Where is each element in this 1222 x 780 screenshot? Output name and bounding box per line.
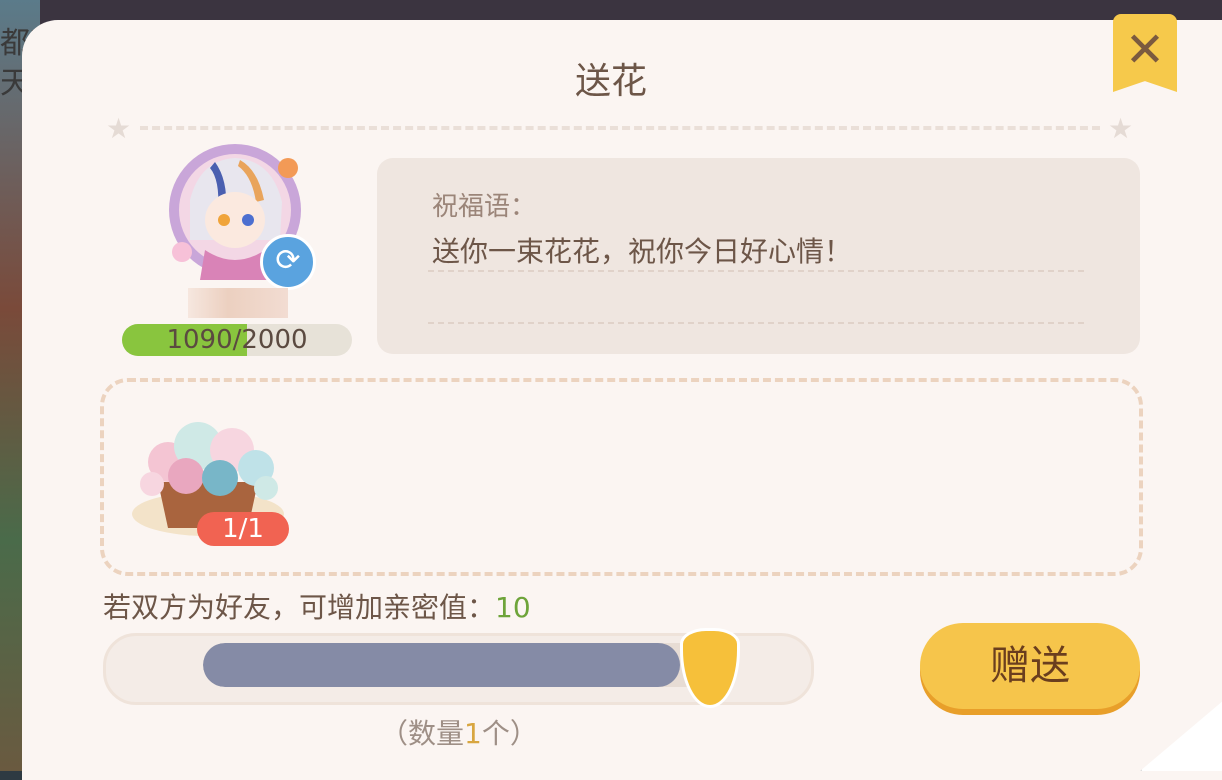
quantity-number: 1: [464, 717, 482, 750]
progress-text: 1090/2000: [166, 325, 308, 355]
wish-message[interactable]: 送你一束花花，祝你今日好心情！: [432, 230, 852, 270]
intimacy-value: 10: [495, 591, 531, 624]
refresh-icon[interactable]: ⟳: [260, 234, 316, 290]
quantity-prefix: （数量: [380, 717, 465, 750]
star-left-icon: ★: [106, 112, 132, 145]
intimacy-progress-bar: 1090/2000: [122, 324, 352, 356]
star-right-icon: ★: [1108, 112, 1134, 145]
quantity-slider[interactable]: [203, 643, 733, 687]
wish-line-2: [428, 322, 1084, 324]
quantity-label: （数量1个）: [380, 712, 538, 752]
intimacy-hint-text: 若双方为好友，可增加亲密值：: [103, 591, 496, 624]
slider-fill: [203, 643, 680, 687]
dialog-title: 送花: [574, 61, 647, 102]
item-count-badge: 1/1: [197, 512, 289, 546]
wish-line-1: [428, 270, 1084, 272]
send-button[interactable]: 赠送: [920, 623, 1140, 709]
recipient-name-blurred: [188, 288, 288, 318]
quantity-suffix: 个）: [481, 717, 538, 750]
title-divider: [140, 126, 1100, 130]
wish-label: 祝福语：: [432, 192, 537, 222]
close-button[interactable]: ✕: [1113, 14, 1177, 92]
close-x-icon: ✕: [1124, 22, 1166, 78]
intimacy-hint: 若双方为好友，可增加亲密值：10: [103, 586, 531, 626]
